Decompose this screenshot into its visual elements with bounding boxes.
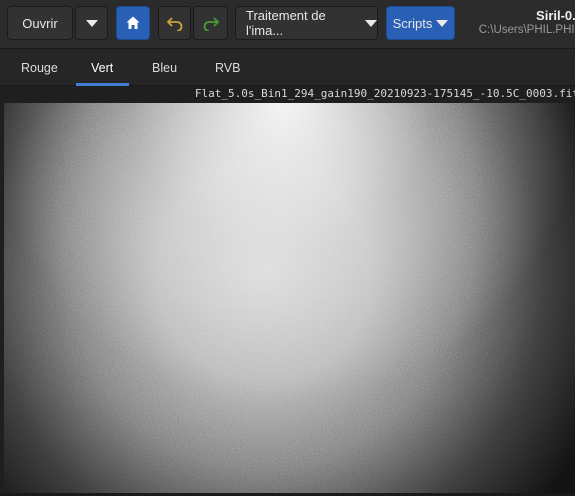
processing-menu-button[interactable]: Traitement de l'ima... (235, 6, 378, 40)
redo-button[interactable] (193, 6, 228, 40)
window-title: Siril-0.9 (536, 8, 575, 23)
main-toolbar: Ouvrir Traitement de l'ima... Scripts Si… (0, 0, 575, 48)
recent-files-dropdown-button[interactable] (75, 6, 108, 40)
scripts-menu-label: Scripts (392, 15, 433, 31)
processing-menu-label: Traitement de l'ima... (246, 8, 326, 38)
chevron-down-icon (365, 19, 377, 27)
undo-icon (166, 17, 182, 31)
channel-tabs: Rouge Vert Bleu RVB (0, 48, 575, 86)
tab-rvb[interactable]: RVB (215, 61, 240, 75)
tab-rouge[interactable]: Rouge (21, 61, 58, 75)
scripts-menu-button[interactable]: Scripts (386, 6, 455, 40)
window-path: C:\Users\PHIL.PHIL (478, 24, 575, 36)
redo-icon (203, 17, 219, 31)
undo-button[interactable] (158, 6, 191, 40)
open-button-label: Ouvrir (22, 15, 58, 31)
chevron-down-icon (436, 19, 449, 27)
home-icon (126, 16, 140, 29)
tab-bleu[interactable]: Bleu (152, 61, 177, 75)
open-button[interactable]: Ouvrir (7, 6, 73, 40)
chevron-down-icon (85, 19, 98, 27)
flat-frame-image (4, 103, 575, 493)
active-tab-indicator (76, 83, 129, 86)
image-filename: Flat_5.0s_Bin1_294_gain190_20210923-1751… (194, 87, 575, 100)
tab-vert[interactable]: Vert (91, 61, 113, 75)
home-button[interactable] (116, 6, 150, 40)
image-viewer[interactable] (4, 103, 575, 493)
